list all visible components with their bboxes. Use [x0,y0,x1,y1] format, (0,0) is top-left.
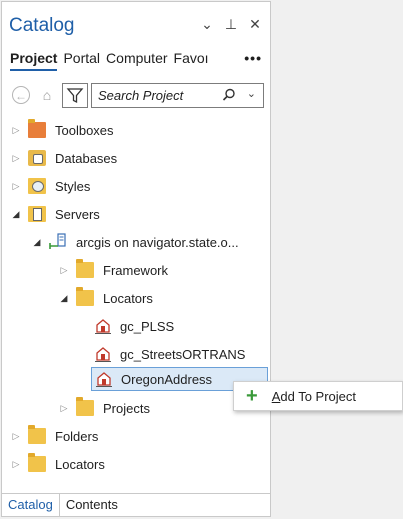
tab-project[interactable]: Project [10,50,58,71]
tab-contents[interactable]: Contents [60,494,124,516]
collapse-arrow-icon[interactable]: ◢ [31,237,43,248]
context-menu: + Add To Project [233,381,403,411]
search-placeholder: Search Project [98,88,184,103]
tab-catalog[interactable]: Catalog [2,494,60,516]
catalog-toolbar: ← ⌂ Search Project ⌄ [10,83,264,109]
folder-icon [76,259,94,278]
tree-item-label: Servers [55,206,100,222]
tree-item-locator-gc-streets[interactable]: gc_StreetsORTRANS [95,342,245,366]
catalog-pane: Catalog ⌄ ⊥ ✕ Project Portal Computer Fa… [1,1,271,517]
tab-computer[interactable]: Computer [106,50,167,66]
tree-item-label: OregonAddress [121,371,213,387]
tree-item-label: Toolboxes [55,122,114,138]
expand-arrow-icon[interactable]: ▷ [10,431,22,442]
tree-item-folders[interactable]: ▷ Folders [10,424,98,448]
expand-arrow-icon[interactable]: ▷ [10,153,22,164]
locator-icon [96,372,112,387]
menu-item-add-to-project[interactable]: + Add To Project [234,382,402,410]
tree-item-label: arcgis on navigator.state.o... [76,234,239,250]
pane-title: Catalog [9,15,75,36]
tree-item-toolboxes[interactable]: ▷ Toolboxes [10,118,114,142]
toolbox-folder-icon [28,119,46,138]
tree-item-label: Locators [103,290,153,306]
expand-arrow-icon[interactable]: ▷ [58,403,70,414]
tree-item-styles[interactable]: ▷ Styles [10,174,90,198]
database-folder-icon [28,150,46,166]
menu-item-label: Add To Project [272,389,356,404]
tab-overflow-button[interactable]: ••• [244,50,262,66]
pin-icon[interactable]: ⊥ [224,16,238,33]
menu-item-text: dd To Project [280,388,356,404]
collapse-arrow-icon[interactable]: ◢ [10,209,22,220]
back-icon[interactable]: ← [12,86,30,104]
folder-icon [76,397,94,416]
search-input[interactable]: Search Project ⌄ [91,83,264,108]
dropdown-icon[interactable]: ⌄ [200,16,214,33]
tree-item-locators-folder[interactable]: ◢ Locators [58,286,153,310]
expand-arrow-icon[interactable]: ▷ [10,125,22,136]
tree-item-locator-gc-plss[interactable]: gc_PLSS [95,314,174,338]
locator-icon [95,347,111,362]
tab-favorites[interactable]: Favoı [174,50,209,66]
filter-button[interactable] [62,83,88,108]
tree-item-servers[interactable]: ◢ Servers [10,202,100,226]
tab-portal[interactable]: Portal [63,50,100,66]
locators-folder-icon [28,453,46,472]
pane-bottom-tabs: Catalog Contents [2,493,270,516]
collapse-arrow-icon[interactable]: ◢ [58,293,70,304]
pane-controls: ⌄ ⊥ ✕ [200,16,262,33]
chevron-down-icon[interactable]: ⌄ [247,87,256,100]
tree-item-label: gc_PLSS [120,318,175,334]
server-connection-icon [49,233,66,249]
tree-item-server-connection[interactable]: ◢ arcgis on navigator.state.o... [31,230,239,254]
tree-item-label: gc_StreetsORTRANS [120,346,246,362]
close-icon[interactable]: ✕ [248,16,262,33]
tree-item-label: Folders [55,428,99,444]
tree-item-label: Databases [55,150,118,166]
folders-icon [28,425,46,444]
tree-item-label: Framework [103,262,169,278]
home-icon[interactable]: ⌂ [37,85,57,105]
search-icon[interactable] [221,87,237,103]
expand-arrow-icon[interactable]: ▷ [10,459,22,470]
tree-item-label: Styles [55,178,91,194]
tree-item-framework[interactable]: ▷ Framework [58,258,168,282]
expand-arrow-icon[interactable]: ▷ [58,265,70,276]
filter-icon [66,88,84,104]
expand-arrow-icon[interactable]: ▷ [10,181,22,192]
folder-icon [76,287,94,306]
catalog-tabs: Project Portal Computer Favoı [10,50,209,71]
locator-icon [95,319,111,334]
tree-item-label: Projects [103,400,150,416]
tree-item-label: Locators [55,456,105,472]
tree-item-locators[interactable]: ▷ Locators [10,452,105,476]
styles-folder-icon [28,178,46,194]
tree-item-projects[interactable]: ▷ Projects [58,396,150,420]
add-icon: + [246,385,258,407]
servers-folder-icon [28,206,46,222]
tree-item-databases[interactable]: ▷ Databases [10,146,117,170]
